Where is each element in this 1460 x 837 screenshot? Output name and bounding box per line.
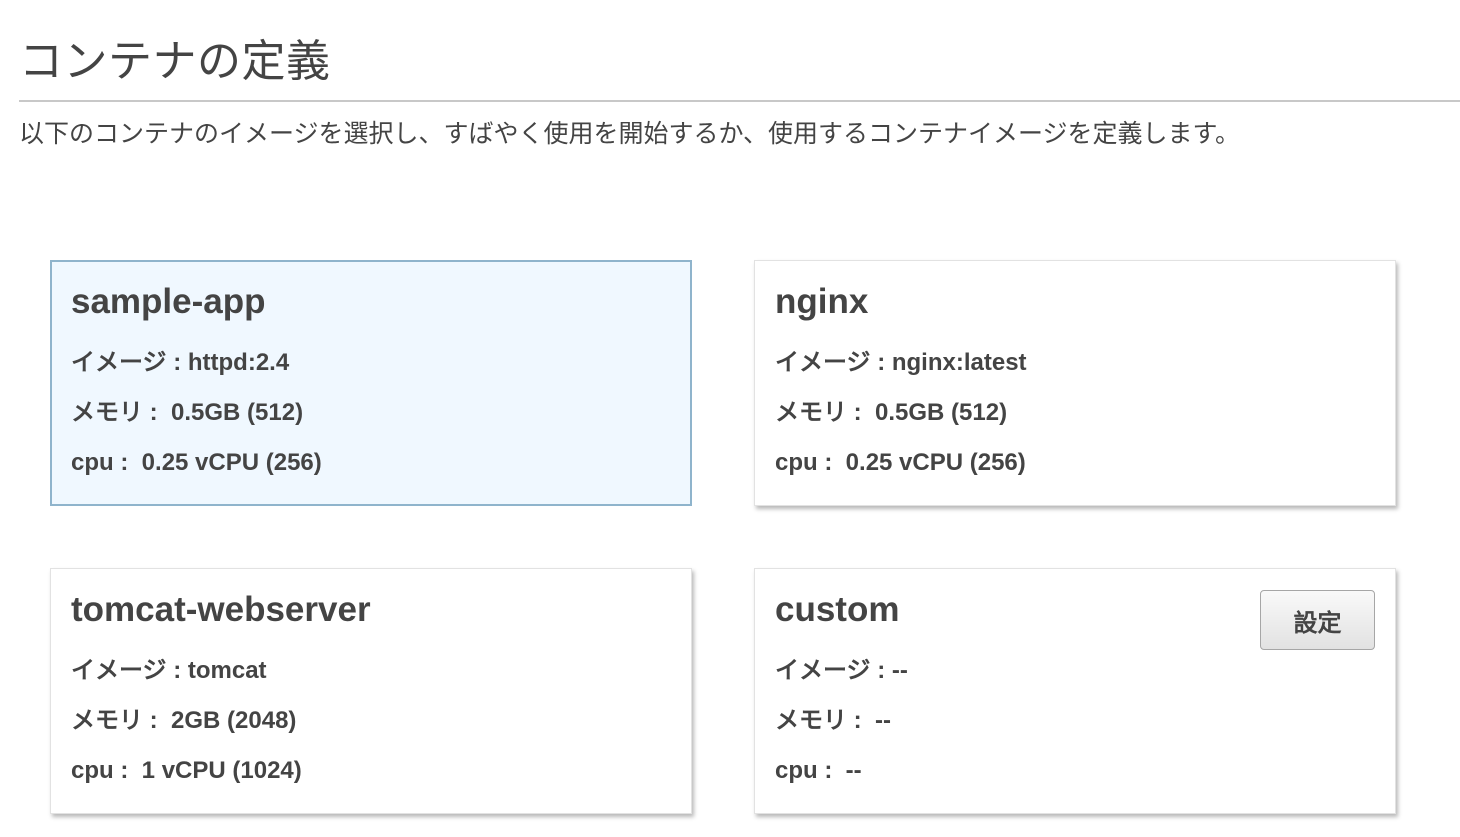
- memory-field: メモリ : --: [775, 705, 891, 737]
- image-label: イメージ :: [71, 657, 182, 684]
- cpu-value: 1 vCPU (1024): [141, 757, 302, 784]
- cpu-label: cpu :: [775, 757, 833, 784]
- memory-label: メモリ :: [775, 707, 862, 734]
- container-card-sample-app[interactable]: sample-app イメージ : httpd:2.4 メモリ : 0.5GB …: [50, 260, 692, 506]
- cpu-field: cpu : 0.25 vCPU (256): [71, 447, 322, 479]
- memory-value: 0.5GB (512): [171, 399, 304, 426]
- image-value: nginx:latest: [891, 349, 1027, 376]
- cpu-field: cpu : --: [775, 755, 862, 787]
- page: コンテナの定義 以下のコンテナのイメージを選択し、すばやく使用を開始するか、使用…: [0, 0, 1460, 837]
- memory-label: メモリ :: [71, 399, 158, 426]
- cpu-label: cpu :: [71, 449, 129, 476]
- memory-value: --: [875, 707, 891, 734]
- container-name: sample-app: [71, 282, 266, 321]
- container-name: tomcat-webserver: [71, 590, 371, 629]
- image-field: イメージ : nginx:latest: [775, 347, 1027, 379]
- memory-field: メモリ : 0.5GB (512): [71, 397, 303, 429]
- page-description: 以下のコンテナのイメージを選択し、すばやく使用を開始するか、使用するコンテナイメ…: [19, 119, 1241, 148]
- memory-field: メモリ : 0.5GB (512): [775, 397, 1007, 429]
- cpu-value: 0.25 vCPU (256): [845, 449, 1026, 476]
- memory-label: メモリ :: [775, 399, 862, 426]
- container-name: nginx: [775, 282, 869, 321]
- memory-field: メモリ : 2GB (2048): [71, 705, 296, 737]
- image-value: --: [891, 657, 908, 684]
- memory-value: 0.5GB (512): [875, 399, 1008, 426]
- cpu-label: cpu :: [71, 757, 129, 784]
- title-divider: [19, 100, 1460, 102]
- image-label: イメージ :: [775, 349, 886, 376]
- cpu-field: cpu : 1 vCPU (1024): [71, 755, 302, 787]
- container-name: custom: [775, 590, 900, 629]
- memory-label: メモリ :: [71, 707, 158, 734]
- cpu-field: cpu : 0.25 vCPU (256): [775, 447, 1026, 479]
- container-card-custom[interactable]: custom 設定 イメージ : -- メモリ : -- cpu : --: [754, 568, 1396, 814]
- image-field: イメージ : --: [775, 655, 908, 687]
- cpu-value: 0.25 vCPU (256): [141, 449, 322, 476]
- image-field: イメージ : httpd:2.4: [71, 347, 289, 379]
- image-label: イメージ :: [775, 657, 886, 684]
- cpu-label: cpu :: [775, 449, 833, 476]
- cpu-value: --: [845, 757, 862, 784]
- container-card-nginx[interactable]: nginx イメージ : nginx:latest メモリ : 0.5GB (5…: [754, 260, 1396, 506]
- image-label: イメージ :: [71, 349, 182, 376]
- image-value: httpd:2.4: [187, 349, 290, 376]
- memory-value: 2GB (2048): [171, 707, 297, 734]
- container-card-tomcat-webserver[interactable]: tomcat-webserver イメージ : tomcat メモリ : 2GB…: [50, 568, 692, 814]
- image-value: tomcat: [187, 657, 267, 684]
- image-field: イメージ : tomcat: [71, 655, 267, 687]
- page-title: コンテナの定義: [19, 36, 331, 87]
- configure-button[interactable]: 設定: [1260, 590, 1375, 650]
